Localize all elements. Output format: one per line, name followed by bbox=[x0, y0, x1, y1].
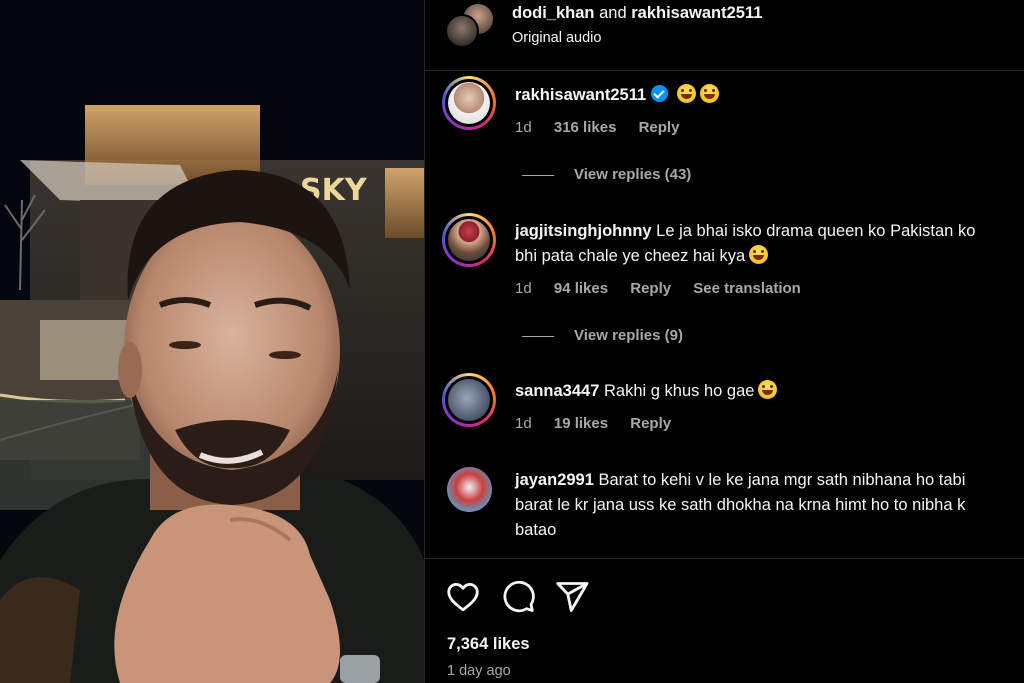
share-icon[interactable] bbox=[554, 579, 590, 615]
post-timestamp[interactable]: 1 day ago bbox=[447, 663, 511, 679]
replies-divider bbox=[522, 335, 554, 337]
comment-username[interactable]: jagjitsinghjohnny bbox=[515, 222, 652, 240]
avatar[interactable] bbox=[442, 76, 496, 130]
avatar[interactable] bbox=[442, 213, 496, 267]
comment-text-cont: bhi pata chale ye cheez hai kya bbox=[515, 244, 1024, 269]
comment-meta: 1d 19 likes Reply bbox=[515, 415, 689, 432]
view-replies-button[interactable]: View replies (9) bbox=[522, 327, 683, 344]
avatar[interactable] bbox=[442, 373, 496, 427]
author-separator: and bbox=[599, 4, 627, 22]
view-replies-label: View replies (43) bbox=[574, 166, 692, 183]
avatar[interactable] bbox=[447, 467, 492, 512]
comment-likes[interactable]: 94 likes bbox=[554, 280, 608, 297]
likes-count[interactable]: 7,364 likes bbox=[447, 635, 530, 654]
comment-meta: 1d 316 likes Reply bbox=[515, 119, 697, 136]
comment-body-line3: batao bbox=[515, 521, 557, 539]
comments-list[interactable]: rakhisawant2511 1d 316 likes Reply View … bbox=[425, 72, 1024, 558]
comment-time[interactable]: 1d bbox=[515, 415, 532, 432]
post-actions: 7,364 likes 1 day ago bbox=[425, 558, 1024, 683]
reply-button[interactable]: Reply bbox=[630, 415, 671, 432]
comment-time[interactable]: 1d bbox=[515, 119, 532, 136]
comment-body-line1: Le ja bhai isko drama queen ko Pakistan … bbox=[656, 222, 976, 240]
comment-body-line1: Barat to kehi v le ke jana mgr sath nibh… bbox=[598, 471, 966, 489]
author-link-dodi-khan[interactable]: dodi_khan bbox=[512, 4, 595, 22]
laughing-emoji-icon bbox=[699, 84, 719, 103]
post-authors: dodi_khan and rakhisawant2511 bbox=[512, 4, 762, 23]
comment-likes[interactable]: 316 likes bbox=[554, 119, 617, 136]
laughing-emoji-icon bbox=[676, 84, 696, 103]
see-translation-button[interactable]: See translation bbox=[693, 280, 801, 297]
comment-username[interactable]: jayan2991 bbox=[515, 471, 594, 489]
comment-username[interactable]: sanna3447 bbox=[515, 382, 599, 400]
reply-button[interactable]: Reply bbox=[630, 280, 671, 297]
comment-text: rakhisawant2511 bbox=[515, 83, 1024, 108]
comment-text: jagjitsinghjohnny Le ja bhai isko drama … bbox=[515, 219, 1024, 244]
audio-label[interactable]: Original audio bbox=[512, 30, 601, 46]
replies-divider bbox=[522, 174, 554, 176]
laughing-emoji-icon bbox=[749, 245, 769, 264]
view-replies-button[interactable]: View replies (43) bbox=[522, 166, 691, 183]
view-replies-label: View replies (9) bbox=[574, 327, 683, 344]
comment-text: sanna3447 Rakhi g khus ho gae bbox=[515, 379, 1024, 404]
comment-icon[interactable] bbox=[500, 579, 536, 615]
heart-icon[interactable] bbox=[445, 579, 481, 615]
comment-body: Rakhi g khus ho gae bbox=[604, 382, 755, 400]
comment-likes[interactable]: 19 likes bbox=[554, 415, 608, 432]
post-header: dodi_khan and rakhisawant2511 Original a… bbox=[425, 0, 1024, 71]
avatar-rakhisawant[interactable] bbox=[445, 14, 479, 48]
reply-button[interactable]: Reply bbox=[639, 119, 680, 136]
comment-username[interactable]: rakhisawant2511 bbox=[515, 86, 646, 104]
comment-text: jayan2991 Barat to kehi v le ke jana mgr… bbox=[515, 468, 1024, 493]
video-frame: SKY bbox=[0, 0, 424, 683]
comment-body-line2: barat le kr jana uss ke sath dhokha na k… bbox=[515, 496, 966, 514]
comment-meta: 1d 94 likes Reply See translation bbox=[515, 280, 819, 297]
comment-body-line2: bhi pata chale ye cheez hai kya bbox=[515, 247, 746, 265]
post-panel: dodi_khan and rakhisawant2511 Original a… bbox=[424, 0, 1024, 683]
comment-time[interactable]: 1d bbox=[515, 280, 532, 297]
verified-badge-icon bbox=[651, 85, 669, 102]
laughing-emoji-icon bbox=[758, 380, 778, 399]
author-link-rakhisawant[interactable]: rakhisawant2511 bbox=[631, 4, 762, 22]
reel-video[interactable]: SKY bbox=[0, 0, 424, 683]
